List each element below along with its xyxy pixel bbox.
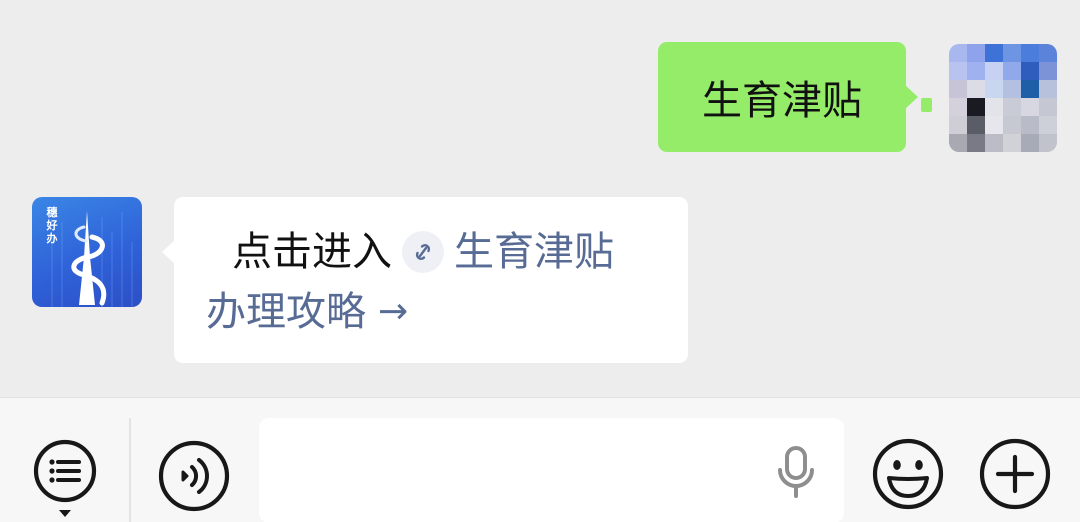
message-line-1: 点击进入 生育津贴 [232, 223, 658, 281]
emoji-button[interactable] [870, 436, 946, 512]
voice-toggle-button[interactable] [156, 438, 232, 514]
message-input[interactable] [259, 418, 844, 522]
arrow-right-icon[interactable]: → [378, 283, 408, 341]
service-account-avatar[interactable]: 穗 好 办 [32, 197, 142, 307]
my-avatar[interactable] [949, 44, 1057, 152]
outgoing-bubble-tail [921, 98, 932, 112]
guide-link[interactable]: 办理攻略 [206, 283, 366, 341]
outgoing-message-bubble[interactable]: 生育津贴 [658, 42, 918, 152]
input-bar-divider [129, 418, 131, 522]
message-line-2: 办理攻略 → [206, 283, 658, 341]
list-menu-icon [33, 439, 97, 517]
message-list[interactable]: 生育津贴 穗 好 办 点击进入 生育津贴 办理攻略 → [0, 0, 1080, 397]
mini-program-link[interactable]: 生育津贴 [454, 223, 614, 281]
microphone-icon [778, 446, 814, 498]
service-logo-text: 穗 好 办 [46, 206, 58, 245]
outgoing-message-text: 生育津贴 [702, 78, 862, 124]
chat-screen: 生育津贴 穗 好 办 点击进入 生育津贴 办理攻略 → [0, 0, 1080, 522]
message-prefix-text: 点击进入 [232, 229, 392, 275]
more-actions-button[interactable] [977, 436, 1053, 512]
plus-icon [979, 438, 1051, 510]
input-bar [0, 397, 1080, 522]
microphone-button[interactable] [772, 442, 820, 504]
emoji-icon [872, 438, 944, 510]
incoming-message-bubble[interactable]: 点击进入 生育津贴 办理攻略 → [162, 197, 688, 363]
voice-toggle-icon [158, 440, 230, 512]
mini-program-link-icon [402, 231, 444, 273]
list-menu-button[interactable] [30, 438, 102, 520]
